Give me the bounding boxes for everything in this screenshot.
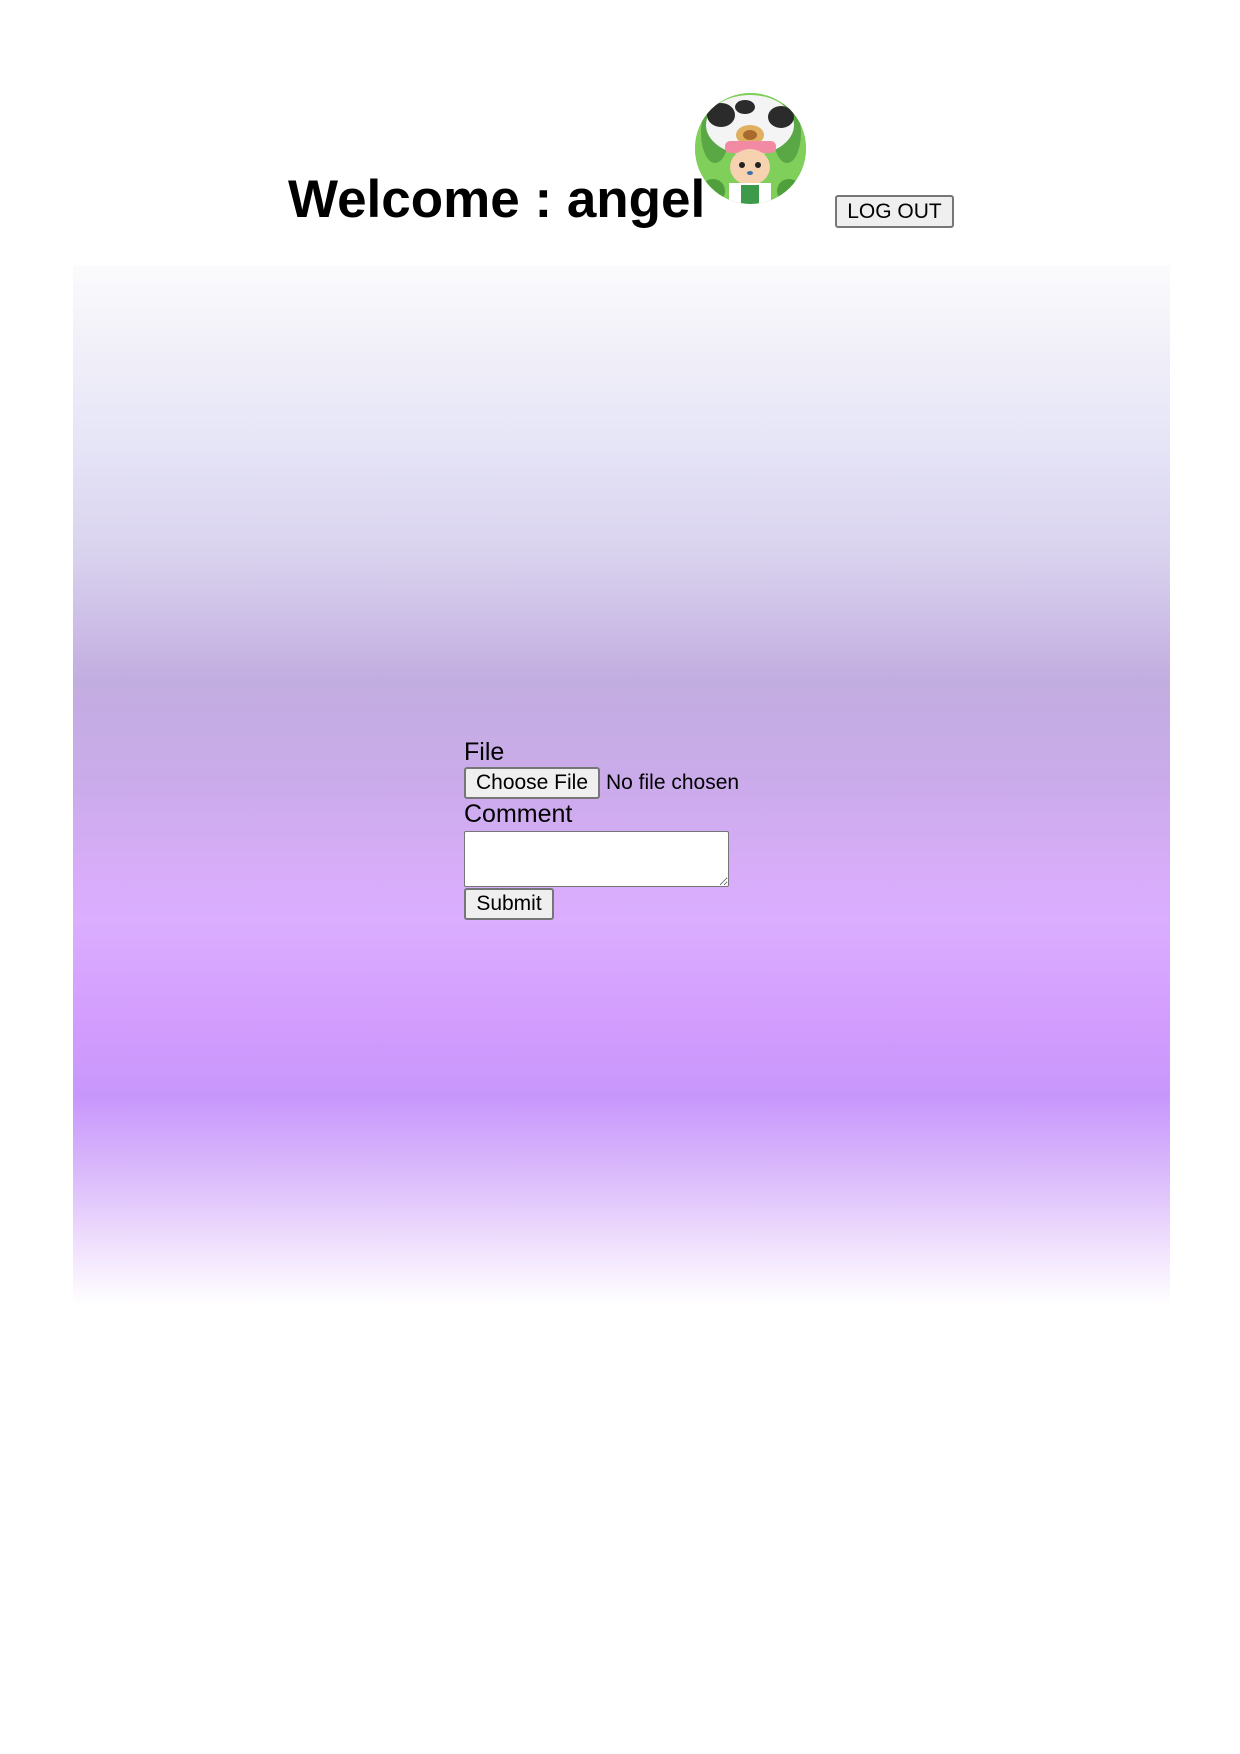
file-status-text: No file chosen <box>606 771 740 794</box>
comment-label: Comment <box>464 800 573 828</box>
submit-button[interactable]: Submit <box>464 888 554 920</box>
comment-textarea[interactable] <box>464 831 729 887</box>
choose-file-button[interactable]: Choose File <box>464 767 600 799</box>
file-input[interactable]: Choose File No file chosen <box>464 767 784 799</box>
header: Welcome : angel LOG OUT <box>0 0 1240 250</box>
file-label: File <box>464 738 505 766</box>
upload-form: File Choose File No file chosen Comment … <box>464 737 784 920</box>
logout-button[interactable]: LOG OUT <box>835 195 954 228</box>
welcome-heading: Welcome : angel <box>288 170 706 229</box>
avatar <box>695 93 806 204</box>
avatar-character-icon <box>695 93 806 204</box>
